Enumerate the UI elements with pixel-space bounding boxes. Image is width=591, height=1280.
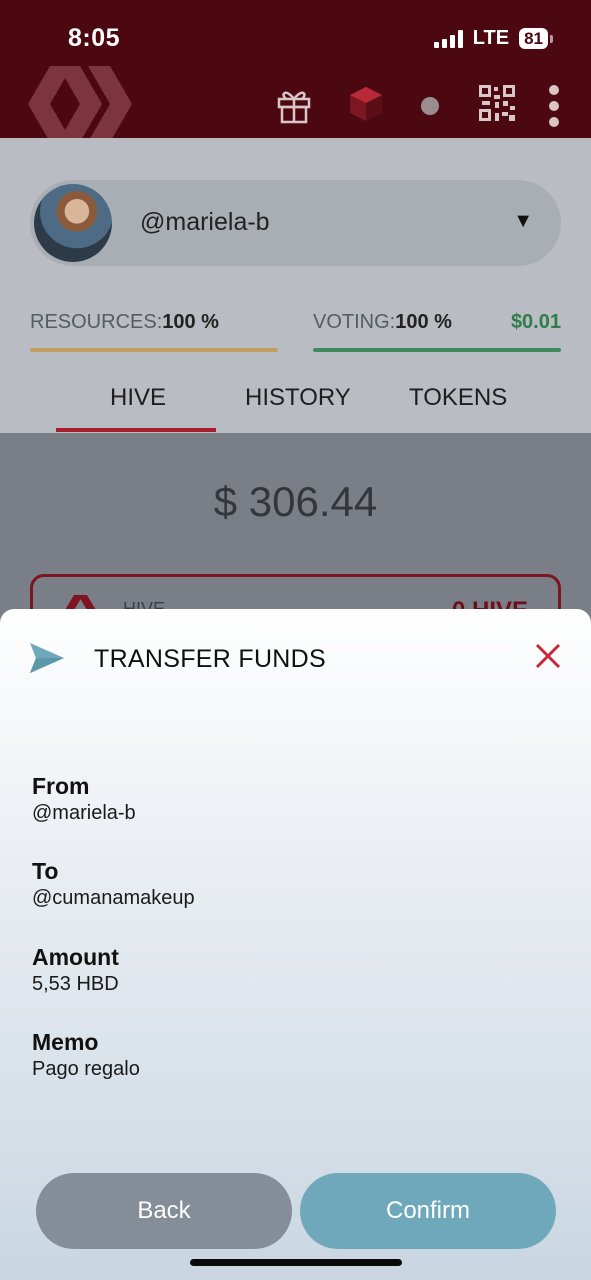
- tab-history[interactable]: HISTORY: [245, 384, 351, 412]
- amount-label: Amount: [32, 944, 119, 970]
- battery-level: 81: [519, 28, 548, 49]
- hive-logo-icon: [28, 66, 132, 142]
- signal-icon: [433, 29, 463, 48]
- transfer-modal: TRANSFER FUNDS From @mariela-b To @cuman…: [0, 609, 591, 1280]
- amount-value: 5,53 HBD: [32, 973, 119, 995]
- resources-bar: [30, 348, 278, 352]
- tab-tokens[interactable]: TOKENS: [409, 384, 507, 412]
- memo-label: Memo: [32, 1029, 99, 1055]
- resources-stat: RESOURCES:100 %: [30, 311, 219, 334]
- status-time: 8:05: [68, 24, 121, 52]
- to-label: To: [32, 858, 59, 884]
- from-value: @mariela-b: [32, 802, 136, 824]
- account-name: @mariela-b: [140, 208, 270, 236]
- voting-label: VOTING:: [313, 311, 396, 333]
- close-icon[interactable]: [531, 639, 565, 673]
- app-header: 8:05 LTE 81: [0, 0, 591, 142]
- avatar: [34, 184, 112, 262]
- qr-code-icon[interactable]: [478, 84, 516, 122]
- battery-icon: 81: [519, 28, 553, 49]
- home-indicator[interactable]: [190, 1259, 402, 1266]
- to-value: @cumanamakeup: [32, 887, 195, 909]
- resources-value: 100 %: [162, 311, 219, 333]
- tab-hive[interactable]: HIVE: [110, 384, 166, 412]
- account-selector[interactable]: @mariela-b ▼: [30, 180, 561, 266]
- chevron-down-icon[interactable]: ▼: [513, 210, 533, 233]
- gift-icon[interactable]: [274, 84, 314, 124]
- cube-icon[interactable]: [346, 84, 386, 124]
- from-label: From: [32, 773, 90, 799]
- dot-icon[interactable]: [420, 96, 440, 116]
- voting-bar: [313, 348, 561, 352]
- back-button[interactable]: Back: [36, 1173, 292, 1249]
- modal-title: TRANSFER FUNDS: [94, 645, 326, 673]
- network-type: LTE: [472, 27, 510, 49]
- active-tab-indicator: [56, 428, 216, 432]
- more-vertical-icon[interactable]: [544, 84, 564, 128]
- confirm-button[interactable]: Confirm: [300, 1173, 556, 1249]
- resources-label: RESOURCES:: [30, 311, 163, 333]
- status-indicators: LTE 81: [433, 27, 553, 50]
- voting-stat: VOTING:100 %: [313, 311, 452, 334]
- voting-value: 100 %: [395, 311, 452, 333]
- memo-value: Pago regalo: [32, 1058, 140, 1080]
- vote-value: $0.01: [510, 311, 561, 333]
- send-icon: [30, 643, 64, 673]
- total-balance: $ 306.44: [213, 478, 378, 525]
